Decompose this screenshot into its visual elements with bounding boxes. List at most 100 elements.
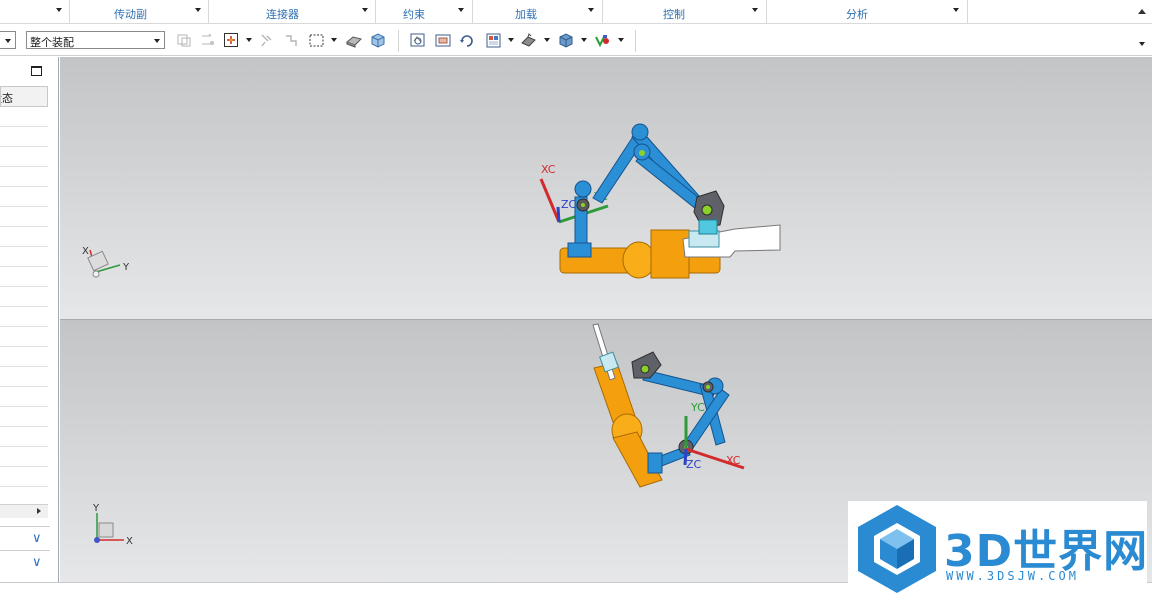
navigator-row[interactable]: [0, 287, 48, 307]
chevron-down-icon[interactable]: [56, 8, 62, 12]
graphics-viewport-top[interactable]: X Y XC YC ZC: [60, 57, 1152, 320]
navigator-row[interactable]: [0, 267, 48, 287]
ribbon-group-analysis[interactable]: 分析: [767, 0, 968, 24]
chevron-down-icon[interactable]: [331, 38, 337, 42]
collapse-ribbon-icon[interactable]: [1138, 9, 1146, 14]
details-panel-toggle[interactable]: ∨: [0, 526, 50, 548]
chevron-down-icon[interactable]: ∨: [32, 555, 42, 570]
motion-navigator: 状态 ∨ ∨: [0, 57, 59, 582]
navigator-row[interactable]: [0, 207, 48, 227]
fit-view-icon[interactable]: [409, 32, 427, 49]
layout-icon[interactable]: [485, 32, 503, 49]
scroll-right-icon[interactable]: [37, 508, 41, 514]
navigator-rows: [0, 107, 48, 507]
ribbon-group-control[interactable]: 控制: [603, 0, 767, 24]
chevron-down-icon[interactable]: [953, 8, 959, 12]
toolbar-overflow-icon[interactable]: [1139, 42, 1145, 46]
chevron-down-icon[interactable]: [544, 38, 550, 42]
chevron-down-icon[interactable]: [588, 8, 594, 12]
navigator-row[interactable]: [0, 367, 48, 387]
ribbon-group-bar: 传动副 连接器 约束 加载 控制 分析: [0, 0, 1152, 24]
axis-label-y: Y: [92, 503, 100, 514]
chevron-down-icon[interactable]: [581, 38, 587, 42]
chevron-down-icon[interactable]: ∨: [32, 531, 42, 546]
navigator-row[interactable]: [0, 307, 48, 327]
box-select-icon[interactable]: [308, 32, 326, 49]
chevron-down-icon[interactable]: [362, 8, 368, 12]
horizontal-scrollbar[interactable]: [0, 504, 48, 518]
chevron-down-icon[interactable]: [246, 38, 252, 42]
absolute-triad-icon: Y X: [92, 503, 133, 547]
cube-logo-icon: [858, 505, 936, 593]
snap-point-icon[interactable]: [223, 32, 241, 49]
navigator-row[interactable]: [0, 447, 48, 467]
navigator-row[interactable]: [0, 147, 48, 167]
navigator-row[interactable]: [0, 227, 48, 247]
ribbon-group-connectors[interactable]: 连接器: [209, 0, 376, 24]
chevron-down-icon[interactable]: [458, 8, 464, 12]
navigator-row[interactable]: [0, 427, 48, 447]
move-component-icon[interactable]: [199, 32, 217, 49]
axis-label-x: X: [82, 246, 89, 257]
watermark-logo: 3D世界网 WWW.3DSJW.COM: [848, 501, 1147, 596]
navigator-row[interactable]: [0, 347, 48, 367]
constraint-icon[interactable]: [283, 32, 301, 49]
navigator-row[interactable]: [0, 127, 48, 147]
type-filter-select[interactable]: [0, 31, 16, 49]
display-filter-icon[interactable]: [594, 32, 612, 49]
chevron-down-icon[interactable]: [508, 38, 514, 42]
selection-toolbar: 整个装配: [0, 25, 1152, 56]
wcs-label-zc: ZC: [561, 198, 577, 211]
navigator-column-header[interactable]: 状态: [0, 86, 48, 107]
pin-icon[interactable]: [258, 32, 276, 49]
navigator-row[interactable]: [0, 407, 48, 427]
ribbon-group-label: 连接器: [266, 8, 299, 21]
gripper-tool: [682, 224, 781, 258]
status-column-label: 状态: [1, 92, 13, 105]
chevron-down-icon[interactable]: [195, 8, 201, 12]
ribbon-group-label: 加载: [515, 8, 537, 21]
ribbon-group-loads[interactable]: 加载: [473, 0, 603, 24]
navigator-row[interactable]: [0, 467, 48, 487]
wcs-label-xc: XC: [541, 163, 556, 176]
maximize-icon[interactable]: [31, 66, 42, 76]
wrist-joint: [693, 190, 725, 235]
chevron-down-icon: [5, 39, 11, 43]
assembly-scope-value: 整个装配: [30, 36, 74, 49]
navigator-row[interactable]: [0, 247, 48, 267]
chevron-down-icon: [154, 39, 160, 43]
navigator-row[interactable]: [0, 107, 48, 127]
assembly-scope-select[interactable]: 整个装配: [26, 31, 165, 49]
joint-marker-icon: [639, 150, 645, 156]
ribbon-group-label: 传动副: [114, 8, 147, 21]
shaded-wire-icon[interactable]: [345, 32, 363, 49]
toolbar-separator: [635, 30, 636, 52]
ribbon-group-label: 约束: [403, 8, 425, 21]
ribbon-group-previous[interactable]: [0, 0, 70, 24]
wcs-label-yc: YC: [690, 401, 705, 414]
camera-icon[interactable]: [434, 32, 452, 49]
watermark-url: WWW.3DSJW.COM: [946, 569, 1079, 583]
axis-label-x: X: [126, 536, 133, 547]
view-cube-icon[interactable]: [557, 32, 575, 49]
ribbon-group-label: 分析: [846, 8, 868, 21]
render-style-icon[interactable]: [520, 32, 538, 49]
navigator-row[interactable]: [0, 327, 48, 347]
chevron-down-icon[interactable]: [752, 8, 758, 12]
navigator-row[interactable]: [0, 387, 48, 407]
wcs-label-xc: XC: [726, 454, 741, 467]
absolute-triad-icon: X Y: [82, 246, 130, 278]
dependencies-panel-toggle[interactable]: ∨: [0, 550, 50, 572]
ribbon-group-joints[interactable]: 传动副: [70, 0, 209, 24]
navigator-row[interactable]: [0, 167, 48, 187]
ribbon-group-constraints[interactable]: 约束: [376, 0, 473, 24]
assembly-icon[interactable]: [175, 32, 193, 49]
solid-cube-icon[interactable]: [369, 32, 387, 49]
chevron-down-icon[interactable]: [618, 38, 624, 42]
wcs-label-zc: ZC: [686, 458, 702, 471]
motion-model-top-view: X Y XC YC ZC: [82, 123, 781, 279]
axis-label-y: Y: [122, 262, 130, 273]
ribbon-group-label: 控制: [663, 8, 685, 21]
navigator-row[interactable]: [0, 187, 48, 207]
rotate-icon[interactable]: [458, 32, 476, 49]
